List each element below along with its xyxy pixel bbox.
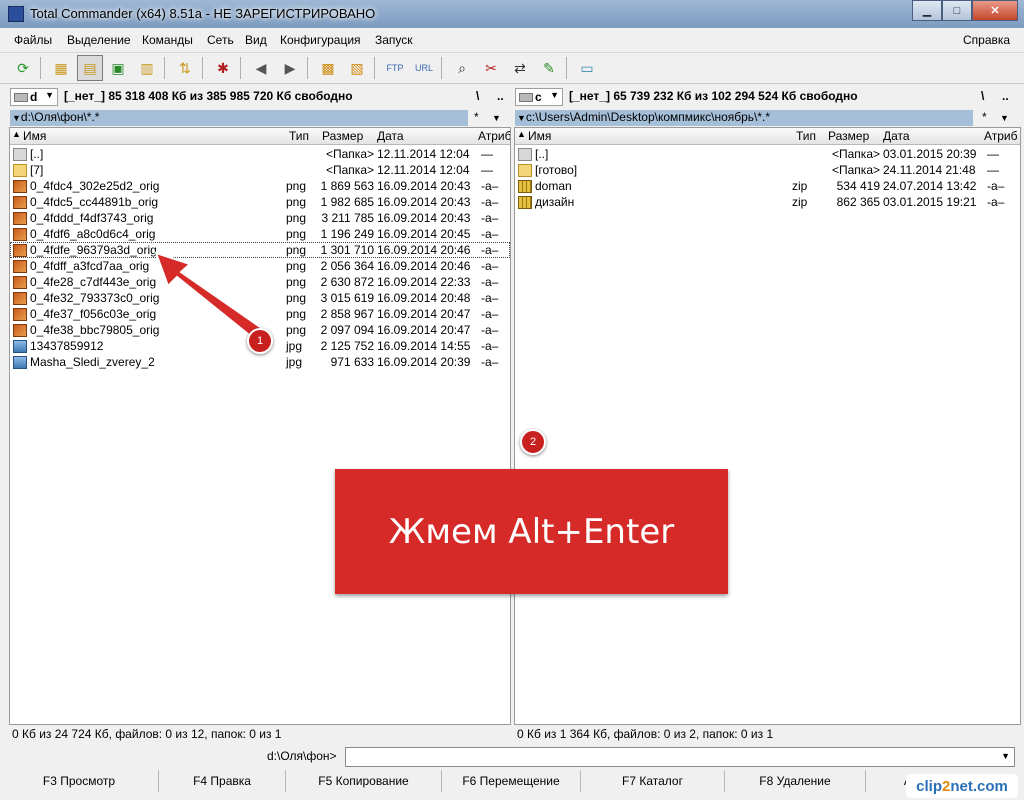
annotation-arrow [154,251,534,469]
step-badge-2: 2 [520,429,546,455]
instruction-callout: Жмем Alt+Enter [335,469,728,594]
arrow-shape [154,251,265,340]
watermark-logo: clip 2 net.com [906,774,1018,798]
step-badge-1: 1 [247,328,273,354]
callout-text: Жмем Alt+Enter [388,511,675,552]
